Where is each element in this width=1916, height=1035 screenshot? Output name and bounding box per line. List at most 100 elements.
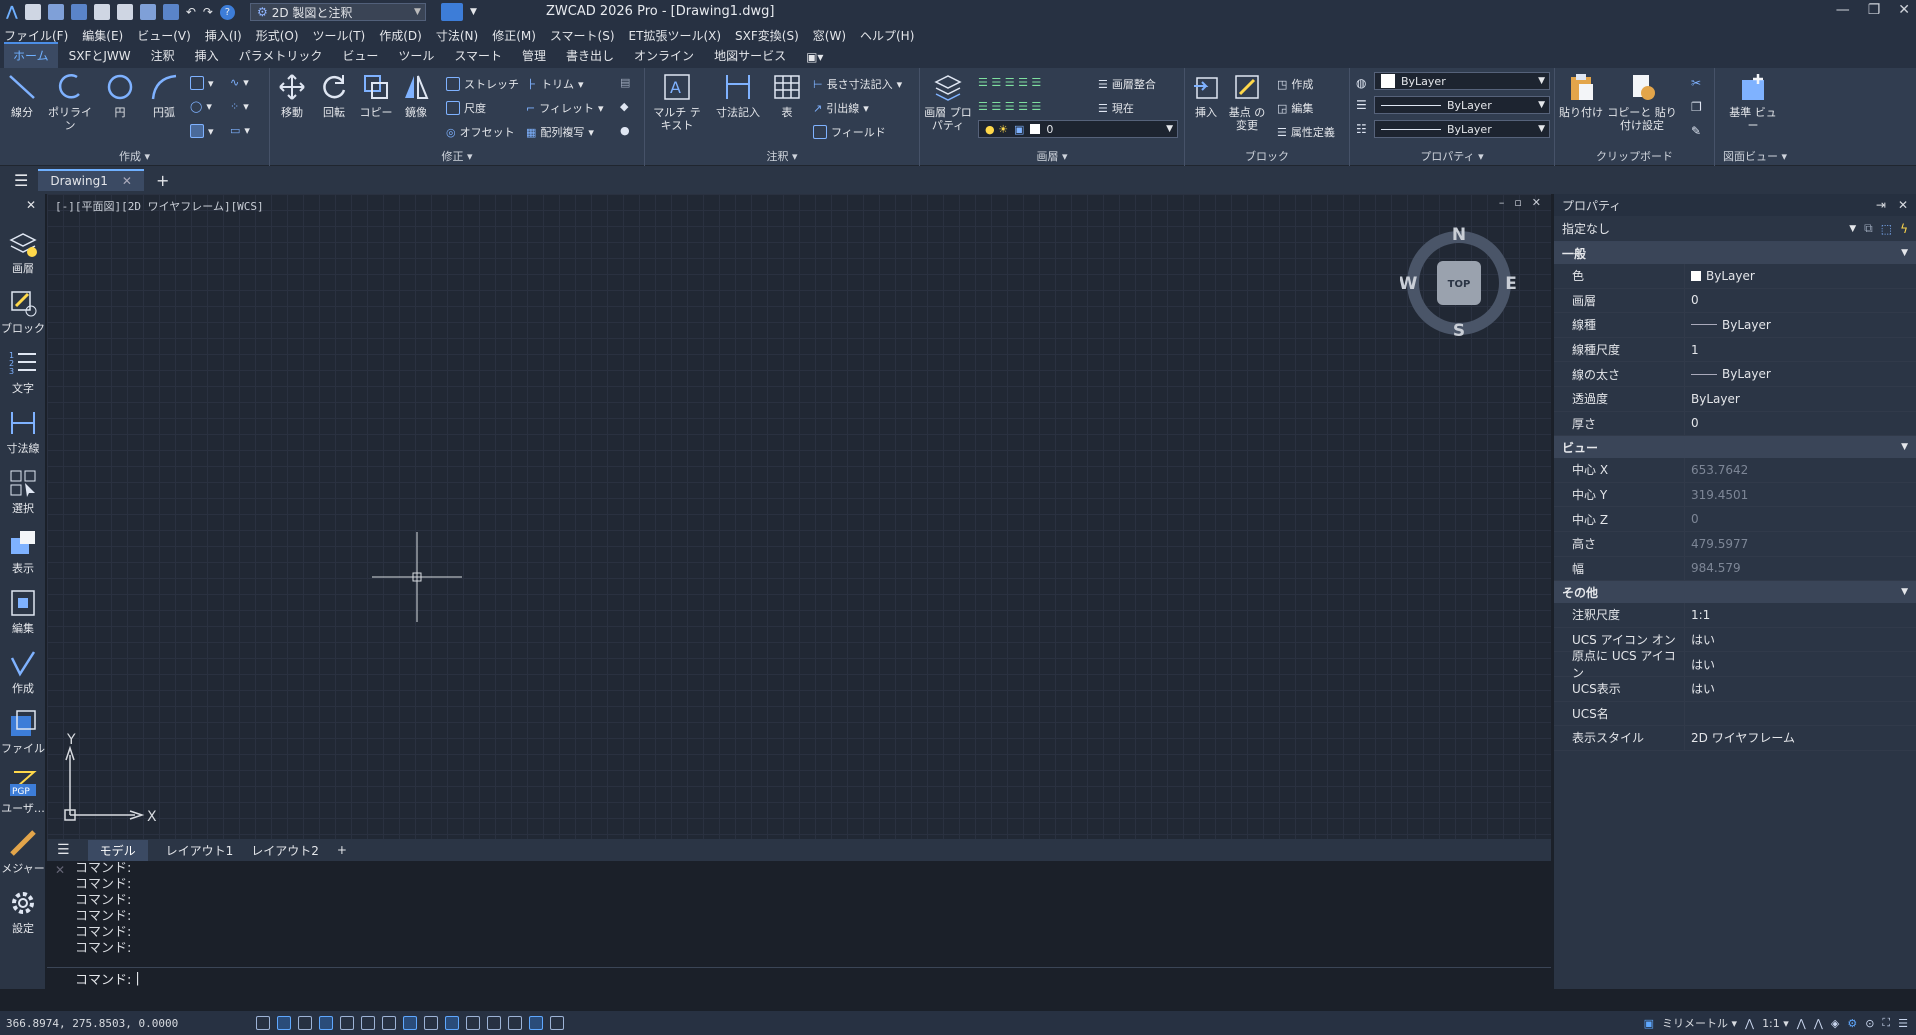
grid-icon[interactable] <box>256 1016 270 1030</box>
selection-dropdown[interactable]: 指定なし ▼ ⧉ ⬚ ϟ <box>1554 216 1916 242</box>
base-view-button[interactable]: 基準 ビュー <box>1725 72 1781 132</box>
tab-tools[interactable]: ツール <box>389 44 443 68</box>
lineweight-combo[interactable]: ByLayer ▼ <box>1374 120 1550 138</box>
left-tool-dimension[interactable]: 寸法線 <box>0 408 46 456</box>
polar-icon[interactable] <box>319 1016 333 1030</box>
property-row[interactable]: 画層 0 <box>1554 288 1916 314</box>
tab-view[interactable]: ビュー <box>333 44 387 68</box>
field-tool[interactable]: フィールド <box>813 124 886 140</box>
layer-current-tool[interactable]: ☰ 現在 <box>1098 100 1134 116</box>
copy-button[interactable]: コピー <box>354 72 398 119</box>
insert-button[interactable]: 挿入 <box>1187 72 1225 119</box>
layer-tools-row1[interactable]: ☰ ☰ ☰ ☰ ☰ <box>978 76 1041 89</box>
panel-modify-label[interactable]: 修正 ▾ <box>270 148 644 164</box>
trim-tool[interactable]: ⺊トリム ▾ <box>526 76 584 92</box>
tab-home[interactable]: ホーム <box>4 42 58 68</box>
transparency-icon[interactable] <box>445 1016 459 1030</box>
toggle-pickadd-icon[interactable]: ⧉ <box>1864 221 1873 236</box>
attr-def-tool[interactable]: ☰ 属性定義 <box>1277 124 1335 140</box>
snap-icon[interactable] <box>277 1016 291 1030</box>
property-row[interactable]: 色 ByLayer <box>1554 264 1916 289</box>
tab-map[interactable]: 地図サービス <box>705 44 795 68</box>
workspace-selector[interactable]: ⚙ 2D 製図と注釈 ▼ <box>249 3 426 21</box>
tab-output[interactable]: 書き出し <box>557 44 623 68</box>
join-tool[interactable]: ● <box>620 124 630 137</box>
viewcube-top[interactable]: TOP <box>1448 279 1471 290</box>
property-row[interactable]: UCS名 <box>1554 701 1916 727</box>
panel-views-label[interactable]: 図面ビュー ▾ <box>1715 148 1795 164</box>
command-input[interactable]: コマンド: | <box>47 967 1551 989</box>
pin-icon[interactable]: ⇥ <box>1876 198 1886 212</box>
ribbon-toggle-icon[interactable]: ▣▾ <box>797 47 832 68</box>
leader-tool[interactable]: ↗ 引出線 ▾ <box>813 100 869 116</box>
ortho-icon[interactable] <box>298 1016 312 1030</box>
clean-screen-icon[interactable]: ⛶ <box>1882 1016 1890 1030</box>
property-row[interactable]: 高さ 479.5977 <box>1554 531 1916 557</box>
arc-button[interactable]: 円弧 <box>142 72 186 119</box>
menu-draw[interactable]: 作成(D) <box>379 27 422 44</box>
redo-icon[interactable]: ↷ <box>203 5 213 19</box>
viewport-label[interactable]: [-][平面図][2D ワイヤフレーム][WCS] <box>55 198 264 214</box>
dynamic-input-icon[interactable] <box>403 1016 417 1030</box>
left-tool-user[interactable]: PGP ユーザ… <box>0 768 46 816</box>
property-row[interactable]: 中心 Z0 <box>1554 507 1916 532</box>
annotation-scale-icon[interactable]: ⋀ <box>1745 1017 1754 1030</box>
minimize-icon[interactable]: — <box>1836 2 1850 18</box>
tab-parametric[interactable]: パラメトリック <box>230 44 332 68</box>
edit-block-tool[interactable]: ◲ 編集 <box>1277 100 1313 116</box>
polyline-button[interactable]: ポリライン <box>48 72 92 132</box>
layer-match-tool[interactable]: ☰ 画層整合 <box>1098 76 1156 92</box>
close-icon[interactable]: ✕ <box>1898 2 1910 18</box>
close-command-icon[interactable]: ✕ <box>55 863 65 877</box>
menu-file[interactable]: ファイル(F) <box>4 27 68 44</box>
paste-special-button[interactable]: コピーと 貼り付け設定 <box>1607 72 1677 132</box>
left-tool-text[interactable]: 1 2 3 文字 <box>0 348 46 396</box>
workspace-settings-icon[interactable] <box>440 3 463 21</box>
auto-scale-icon[interactable]: ⋀ <box>1814 1017 1823 1030</box>
menu-view[interactable]: ビュー(V) <box>137 27 191 44</box>
otrack-icon[interactable] <box>361 1016 375 1030</box>
property-row[interactable]: 厚さ 0 <box>1554 411 1916 437</box>
property-row[interactable]: 注釈尺度 1:1 <box>1554 603 1916 628</box>
settings-icon[interactable]: ⚙ <box>1847 1017 1857 1030</box>
close-tab-icon[interactable]: ✕ <box>122 174 132 188</box>
doc-tab-drawing1[interactable]: Drawing1 ✕ <box>38 169 144 191</box>
fillet-tool[interactable]: ⌐ フィレット ▾ <box>526 100 604 116</box>
create-block-tool[interactable]: ◳ 作成 <box>1277 76 1313 92</box>
region-tool[interactable]: ▭ ▾ <box>230 124 250 137</box>
left-tool-settings[interactable]: 設定 <box>0 888 46 936</box>
menu-window[interactable]: 窓(W) <box>813 27 846 44</box>
property-row[interactable]: 線種 ByLayer <box>1554 313 1916 338</box>
tab-insert[interactable]: 挿入 <box>186 44 228 68</box>
section-misc[interactable]: その他 ▼ <box>1554 581 1916 604</box>
panel-annotation-label[interactable]: 注釈 ▾ <box>645 148 919 164</box>
menu-sxf[interactable]: SXF変換(S) <box>735 27 799 44</box>
hamburger-menu-icon[interactable]: ☰ <box>14 171 28 190</box>
quick-select-icon[interactable]: ϟ <box>1900 222 1908 236</box>
base-change-button[interactable]: 基点 の変更 <box>1227 72 1267 132</box>
left-tool-select[interactable]: 選択 <box>0 468 46 516</box>
array-tool[interactable]: ▦ 配列複写 ▾ <box>526 124 594 140</box>
tab-online[interactable]: オンライン <box>625 44 703 68</box>
minimize-viewport-icon[interactable]: – <box>1499 196 1505 209</box>
circle-button[interactable]: 円 <box>98 72 142 119</box>
property-row[interactable]: 原点に UCS アイコン はい <box>1554 649 1916 680</box>
linetype-combo[interactable]: ByLayer ▼ <box>1374 96 1550 114</box>
erase-tool[interactable]: ◆ <box>620 100 628 113</box>
print-icon[interactable] <box>139 4 156 20</box>
left-tool-block[interactable]: ブロック <box>0 288 46 336</box>
help-icon[interactable]: ? <box>219 4 235 20</box>
tab-manage[interactable]: 管理 <box>513 44 555 68</box>
table-button[interactable]: 表 <box>769 72 805 119</box>
close-toolbar-icon[interactable]: ✕ <box>26 198 36 212</box>
hatch-tool[interactable]: ▾ <box>190 124 214 138</box>
tab-sxf[interactable]: SXFとJWW <box>60 44 140 68</box>
undo-icon[interactable]: ↶ <box>186 5 196 19</box>
customize-status-icon[interactable]: ☰ <box>1898 1017 1908 1030</box>
property-row[interactable]: 透過度 ByLayer <box>1554 386 1916 412</box>
layer-properties-button[interactable]: 画層 プロパティ <box>924 72 972 132</box>
match-prop-icon[interactable]: ✎ <box>1691 124 1701 138</box>
restore-viewport-icon[interactable]: ▫ <box>1514 196 1521 209</box>
section-general[interactable]: 一般 ▼ <box>1554 242 1916 264</box>
app-logo-icon[interactable]: ⋀ <box>6 4 18 20</box>
